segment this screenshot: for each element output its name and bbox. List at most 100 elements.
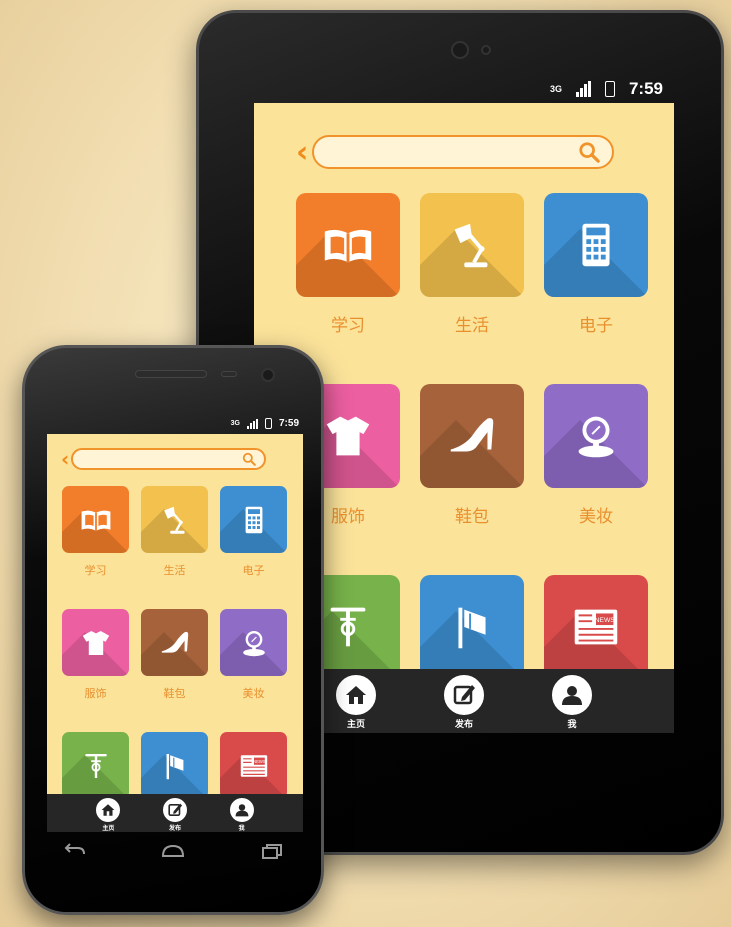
book-icon — [81, 510, 110, 531]
phone-status-bar: 3G 7:59 — [231, 418, 299, 429]
category-tile[interactable]: 鞋包 — [420, 384, 524, 527]
nav-icon-circle[interactable] — [552, 675, 592, 715]
bicycle-icon — [84, 753, 107, 778]
network-indicator: 3G — [549, 83, 562, 94]
calculator-icon — [245, 506, 262, 533]
nav-item[interactable]: 发布 — [444, 669, 484, 733]
category-tile[interactable]: 美妆 — [544, 384, 648, 527]
edit-icon — [168, 803, 183, 816]
category-icon-box[interactable] — [544, 384, 648, 488]
category-icon-box[interactable] — [62, 486, 129, 553]
nav-icon-circle[interactable] — [229, 798, 254, 822]
category-icon-box[interactable] — [420, 193, 524, 297]
back-icon[interactable] — [60, 842, 88, 860]
home-button-icon[interactable] — [159, 842, 187, 860]
search-input[interactable] — [312, 135, 614, 169]
lamp-icon — [454, 223, 488, 268]
category-label: 鞋包 — [163, 687, 186, 700]
nav-item[interactable]: 主页 — [96, 794, 121, 832]
category-icon-box[interactable]: NEWS — [544, 575, 648, 679]
battery-icon — [264, 418, 272, 429]
home-icon — [346, 686, 366, 704]
back-arrow-icon[interactable]: ‹ — [61, 447, 69, 471]
phone-device: 3G 7:59 ‹ 学习生活电子服饰鞋包美妆车车其他NEWS最新活动 主页发布我 — [22, 345, 324, 915]
book-icon — [324, 229, 372, 263]
compact-mirror-icon — [578, 416, 614, 458]
category-tile[interactable]: 电子 — [220, 486, 287, 578]
category-icon-box[interactable] — [420, 575, 524, 679]
category-icon-box[interactable]: NEWS — [220, 732, 287, 799]
nav-item[interactable]: 主页 — [336, 669, 376, 733]
tablet-status-bar: 3G 7:59 — [550, 79, 663, 99]
category-tile[interactable]: 生活 — [420, 193, 524, 336]
nav-label: 我 — [567, 720, 577, 730]
category-icon-box[interactable] — [220, 486, 287, 553]
nav-icon-circle[interactable] — [96, 798, 121, 822]
phone-screen: ‹ 学习生活电子服饰鞋包美妆车车其他NEWS最新活动 主页发布我 — [47, 434, 303, 832]
home-icon — [101, 804, 115, 816]
status-time: 7:59 — [278, 418, 299, 429]
category-icon-box[interactable] — [420, 384, 524, 488]
user-icon — [235, 804, 249, 817]
category-icon-box[interactable] — [141, 486, 208, 553]
category-label: 电子 — [242, 564, 265, 577]
nav-icon-circle[interactable] — [444, 675, 484, 715]
category-icon-box[interactable] — [220, 609, 287, 676]
category-tile[interactable]: 电子 — [544, 193, 648, 336]
category-icon-box[interactable] — [544, 193, 648, 297]
svg-text:NEWS: NEWS — [253, 759, 266, 764]
back-arrow-icon[interactable]: ‹ — [296, 135, 308, 170]
nav-label: 发布 — [168, 825, 181, 832]
category-icon-box[interactable] — [141, 732, 208, 799]
nav-label: 主页 — [102, 825, 115, 832]
nav-label: 我 — [238, 825, 245, 832]
category-icon-box[interactable] — [62, 732, 129, 799]
category-icon-box[interactable] — [296, 193, 400, 297]
nav-label: 主页 — [346, 720, 365, 730]
category-tile[interactable]: 学习 — [296, 193, 400, 336]
android-system-bar — [25, 842, 321, 860]
category-label: 服饰 — [84, 687, 107, 700]
nav-icon-circle[interactable] — [336, 675, 376, 715]
category-icon-box[interactable] — [141, 609, 208, 676]
search-icon[interactable] — [242, 452, 256, 466]
search-input[interactable] — [71, 448, 266, 470]
status-time: 7:59 — [628, 79, 663, 98]
svg-text:NEWS: NEWS — [595, 617, 616, 624]
lamp-icon — [163, 506, 185, 534]
flag-icon — [458, 607, 486, 649]
category-tile[interactable]: 鞋包 — [141, 609, 208, 701]
category-label: 美妆 — [579, 507, 613, 527]
recents-icon[interactable] — [258, 842, 286, 860]
high-heel-icon — [450, 418, 494, 452]
category-grid: 学习生活电子服饰鞋包美妆车车其他NEWS最新活动 — [296, 193, 648, 718]
tablet-sensor — [481, 45, 491, 55]
signal-icon — [246, 418, 258, 429]
nav-item[interactable]: 我 — [552, 669, 592, 733]
nav-icon-circle[interactable] — [162, 798, 187, 822]
search-bar: ‹ — [61, 447, 266, 471]
nav-item[interactable]: 发布 — [162, 794, 187, 832]
category-label: 电子 — [579, 316, 613, 336]
category-label: 学习 — [331, 316, 365, 336]
nav-item[interactable]: 我 — [229, 794, 254, 832]
category-label: 服饰 — [331, 507, 365, 527]
shirt-icon — [326, 416, 370, 456]
newspaper-icon: NEWS — [574, 609, 618, 645]
category-grid: 学习生活电子服饰鞋包美妆车车其他NEWS最新活动 — [62, 486, 287, 824]
phone-sensor — [221, 371, 237, 377]
category-tile[interactable]: 学习 — [62, 486, 129, 578]
category-tile[interactable]: 生活 — [141, 486, 208, 578]
category-tile[interactable]: 服饰 — [62, 609, 129, 701]
flag-icon — [166, 753, 183, 779]
phone-speaker — [135, 370, 207, 378]
compact-mirror-icon — [242, 630, 265, 656]
category-label: 美妆 — [242, 687, 265, 700]
category-icon-box[interactable] — [62, 609, 129, 676]
category-label: 鞋包 — [455, 507, 489, 527]
newspaper-icon: NEWS — [240, 754, 267, 777]
category-tile[interactable]: 美妆 — [220, 609, 287, 701]
signal-icon — [575, 81, 591, 97]
search-icon[interactable] — [578, 141, 600, 163]
battery-icon — [604, 81, 615, 97]
